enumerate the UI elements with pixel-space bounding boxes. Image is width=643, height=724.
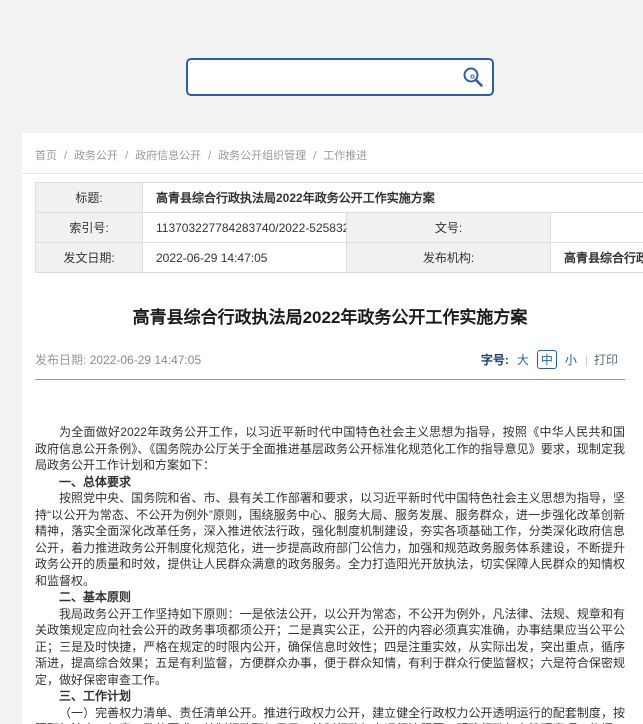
title-label: 标题: [36,183,143,213]
top-search-zone [0,0,643,133]
breadcrumb-separator: / [64,150,67,162]
article-paragraph: 按照党中央、国务院和省、市、县有关工作部署和要求，以习近平新时代中国特色社会主义… [35,490,625,589]
font-size-controls: 字号: 大 中 小 | 打印 [481,350,618,369]
content-card: 首页 / 政务公开 / 政府信息公开 / 政务公开组织管理 / 工作推进 标题: 高青县综合行政… [22,133,643,724]
doc-number-value [551,213,643,243]
document-info-table: 标题: 高青县综合行政执法局2022年政务公开工作实施方案 索引号: 11370… [35,182,643,273]
article-paragraph: （一）完善权力清单、责任清单公开。推进行政权力公开，建立健全行政权力公开透明运行… [35,705,625,724]
breadcrumb-separator: / [313,150,316,162]
meta-separator: | [585,353,588,367]
article-meta-row: 发布日期: 2022-06-29 14:47:05 字号: 大 中 小 | 打印 [35,350,618,369]
article-paragraph: 为全面做好2022年政务公开工作，以习近平新时代中国特色社会主义思想为指导，按照… [35,424,625,474]
breadcrumb-separator: / [208,150,211,162]
table-row: 发文日期: 2022-06-29 14:47:05 发布机构: 高青县综合行政执… [36,243,643,273]
publish-date-label: 发布日期: [35,353,86,367]
publish-date-value: 2022-06-29 14:47:05 [90,353,201,367]
breadcrumb: 首页 / 政务公开 / 政府信息公开 / 政务公开组织管理 / 工作推进 [22,145,643,174]
breadcrumb-home[interactable]: 首页 [35,150,57,162]
font-size-large-button[interactable]: 大 [515,351,531,368]
section-heading: 三、工作计划 [35,688,625,705]
page-title: 高青县综合行政执法局2022年政务公开工作实施方案 [35,303,625,328]
article-body: 为全面做好2022年政务公开工作，以习近平新时代中国特色社会主义思想为指导，按照… [35,424,625,724]
table-row: 索引号: 113703227784283740/2022-5258326 文号: [36,213,643,243]
issuing-org-label: 发布机构: [347,243,551,273]
search-box [186,58,494,96]
breadcrumb-zhengwugongkai[interactable]: 政务公开 [74,150,118,162]
meta-divider [35,379,625,380]
breadcrumb-xinxigongkai[interactable]: 政府信息公开 [135,150,201,162]
index-number-label: 索引号: [36,213,143,243]
print-button[interactable]: 打印 [594,351,618,368]
index-number-value: 113703227784283740/2022-5258326 [143,213,347,243]
publish-date: 发布日期: 2022-06-29 14:47:05 [35,351,201,368]
breadcrumb-gongzuotuijin[interactable]: 工作推进 [323,150,367,162]
section-heading: 二、基本原则 [35,589,625,606]
search-icon [462,66,484,88]
search-button[interactable] [454,60,492,94]
issue-date-label: 发文日期: [36,243,143,273]
breadcrumb-separator: / [125,150,128,162]
title-value: 高青县综合行政执法局2022年政务公开工作实施方案 [143,183,643,213]
font-size-small-button[interactable]: 小 [563,351,579,368]
section-heading: 一、总体要求 [35,474,625,491]
doc-number-label: 文号: [347,213,551,243]
issue-date-value: 2022-06-29 14:47:05 [143,243,347,273]
search-input[interactable] [188,60,454,94]
font-size-label: 字号: [481,351,509,368]
font-size-medium-button[interactable]: 中 [537,350,557,369]
article-paragraph: 我局政务公开工作坚持如下原则：一是依法公开，以公开为常态，不公开为例外，凡法律、… [35,606,625,689]
table-row: 标题: 高青县综合行政执法局2022年政务公开工作实施方案 [36,183,643,213]
issuing-org-value: 高青县综合行政执法局 [551,243,643,273]
breadcrumb-zuzhiguanli[interactable]: 政务公开组织管理 [218,150,306,162]
